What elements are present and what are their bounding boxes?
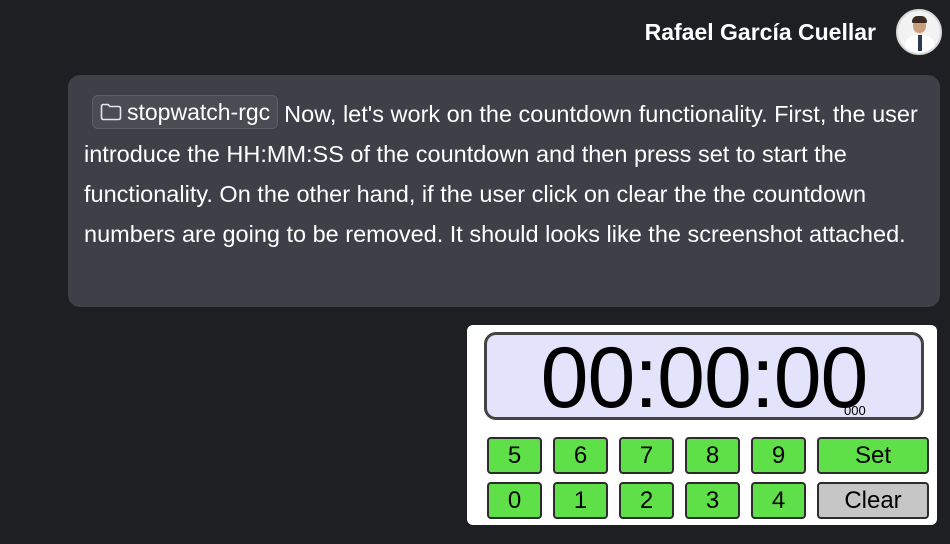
key-5[interactable]: 5 (487, 437, 542, 474)
attached-screenshot[interactable]: 00:00:00 000 5 6 7 8 9 Set 0 1 2 3 4 Cle… (467, 325, 937, 525)
key-4[interactable]: 4 (751, 482, 806, 519)
set-button[interactable]: Set (817, 437, 929, 474)
key-9[interactable]: 9 (751, 437, 806, 474)
clear-button[interactable]: Clear (817, 482, 929, 519)
key-8[interactable]: 8 (685, 437, 740, 474)
key-7[interactable]: 7 (619, 437, 674, 474)
folder-chip-label: stopwatch-rgc (127, 99, 271, 125)
key-0[interactable]: 0 (487, 482, 542, 519)
avatar[interactable] (896, 9, 942, 55)
key-1[interactable]: 1 (553, 482, 608, 519)
folder-chip[interactable]: stopwatch-rgc (92, 95, 279, 129)
user-name: Rafael García Cuellar (644, 18, 876, 45)
key-6[interactable]: 6 (553, 437, 608, 474)
key-3[interactable]: 3 (685, 482, 740, 519)
folder-icon (100, 103, 122, 121)
message-header: Rafael García Cuellar (645, 6, 942, 58)
countdown-display: 00:00:00 000 (484, 332, 924, 423)
countdown-milliseconds: 000 (844, 403, 866, 418)
user-message-bubble: stopwatch-rgc Now, let's work on the coun… (68, 75, 940, 307)
key-2[interactable]: 2 (619, 482, 674, 519)
